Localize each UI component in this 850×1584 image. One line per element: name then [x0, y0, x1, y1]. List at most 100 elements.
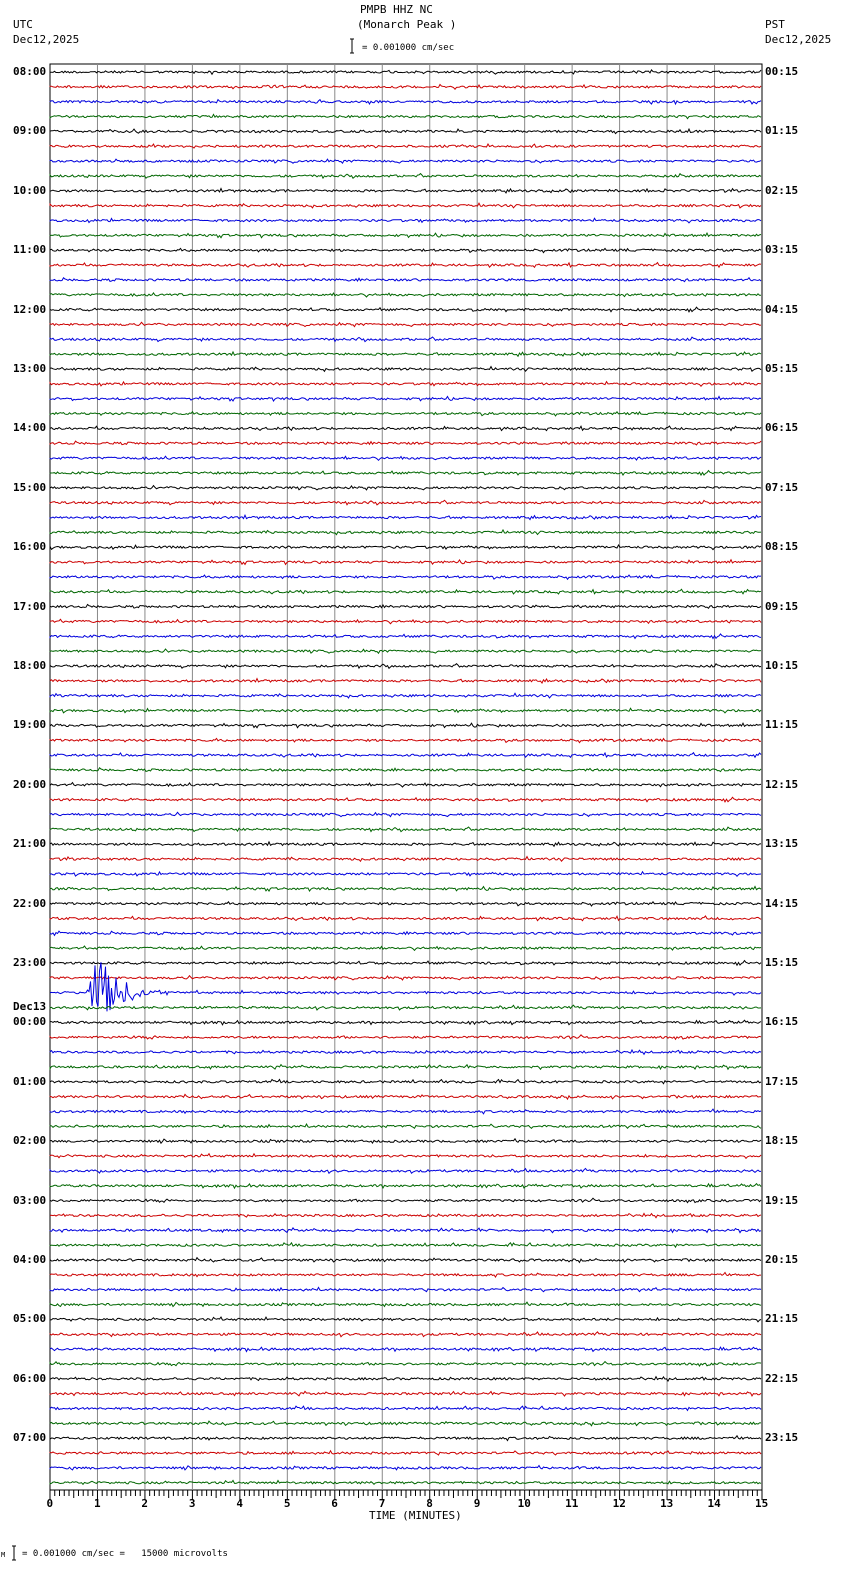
- trace-line: [49, 959, 762, 967]
- trace-line: [49, 142, 762, 149]
- trace-line: [49, 663, 762, 670]
- trace-line: [49, 796, 762, 803]
- trace-line: [49, 840, 762, 848]
- trace-line: [49, 1256, 762, 1264]
- trace-line: [49, 974, 762, 981]
- trace-line: [49, 618, 762, 625]
- trace-line: [49, 455, 762, 462]
- trace-line: [49, 1108, 762, 1115]
- trace-line: [49, 930, 762, 937]
- plot-frame: [49, 63, 763, 1491]
- trace-line: [49, 1093, 762, 1101]
- trace-line: [49, 1271, 761, 1279]
- trace-line: [49, 217, 762, 224]
- trace-line: [49, 425, 762, 432]
- trace-line: [49, 707, 762, 714]
- trace-line: [49, 321, 762, 328]
- trace-line: [49, 885, 762, 893]
- trace-line: [49, 1048, 762, 1056]
- trace-line: [49, 1405, 762, 1412]
- trace-line: [49, 1479, 762, 1486]
- trace-line: [49, 365, 762, 373]
- trace-line: [49, 811, 762, 818]
- trace-line: [49, 440, 762, 446]
- trace-line: [49, 962, 762, 1012]
- trace-line: [49, 1212, 762, 1219]
- trace-line: [49, 1449, 762, 1456]
- scale-bar-icon: [350, 38, 354, 54]
- trace-line: [49, 1227, 762, 1234]
- trace-line: [49, 469, 762, 477]
- trace-line: [49, 722, 762, 729]
- trace-line: [49, 484, 762, 491]
- trace-line: [49, 276, 762, 283]
- trace-line: [49, 1152, 762, 1160]
- trace-line: [49, 900, 762, 907]
- trace-line: [49, 1301, 762, 1308]
- trace-line: [49, 1390, 762, 1397]
- trace-line: [49, 1360, 762, 1367]
- trace-line: [49, 781, 762, 788]
- trace-line: [49, 1019, 762, 1026]
- trace-line: [49, 751, 762, 759]
- trace-line: [49, 513, 762, 521]
- trace-line: [49, 1034, 762, 1041]
- trace-line: [49, 202, 762, 209]
- trace-line: [49, 499, 762, 506]
- trace-line: [49, 1316, 762, 1323]
- trace-line: [49, 692, 762, 699]
- trace-line: [49, 1137, 762, 1145]
- trace-line: [49, 410, 762, 417]
- trace-line: [49, 1241, 762, 1249]
- trace-line: [49, 158, 762, 165]
- trace-line: [49, 1123, 762, 1130]
- trace-line: [49, 603, 762, 610]
- trace-line: [49, 633, 762, 640]
- trace-line: [49, 767, 762, 773]
- trace-line: [49, 83, 762, 90]
- trace-line: [49, 1375, 762, 1382]
- trace-line: [49, 1286, 762, 1293]
- trace-line: [49, 336, 762, 343]
- trace-line: [49, 1078, 762, 1085]
- trace-line: [49, 1331, 762, 1338]
- footer-scale-bar-icon: [12, 1545, 16, 1561]
- helicorder-plot: [12, 38, 763, 1561]
- trace-line: [49, 1464, 762, 1471]
- trace-line: [49, 737, 762, 744]
- trace-line: [49, 247, 762, 254]
- trace-line: [49, 855, 762, 863]
- trace-line: [49, 292, 761, 298]
- trace-line: [49, 543, 762, 551]
- trace-line: [49, 350, 762, 358]
- trace-line: [49, 69, 762, 76]
- trace-line: [49, 1420, 761, 1427]
- trace-line: [49, 648, 762, 655]
- trace-line: [49, 1197, 762, 1204]
- trace-line: [49, 945, 762, 952]
- trace-line: [49, 1063, 762, 1071]
- trace-line: [49, 113, 762, 120]
- trace-line: [49, 915, 762, 922]
- trace-line: [49, 677, 762, 684]
- trace-line: [49, 1004, 762, 1011]
- trace-line: [49, 231, 762, 239]
- trace-line: [49, 1346, 762, 1353]
- trace-line: [49, 826, 762, 833]
- trace-line: [49, 380, 762, 387]
- trace-line: [49, 395, 762, 402]
- trace-line: [49, 528, 762, 536]
- trace-line: [49, 127, 762, 135]
- trace-line: [49, 1182, 762, 1190]
- trace-line: [49, 870, 762, 878]
- trace-line: [49, 574, 762, 581]
- trace-line: [49, 1167, 761, 1175]
- trace-line: [49, 187, 762, 194]
- trace-line: [49, 306, 762, 313]
- trace-line: [49, 261, 762, 269]
- trace-line: [49, 1434, 762, 1442]
- trace-line: [49, 558, 762, 566]
- trace-line: [49, 172, 762, 180]
- trace-line: [49, 98, 762, 106]
- trace-line: [49, 588, 762, 595]
